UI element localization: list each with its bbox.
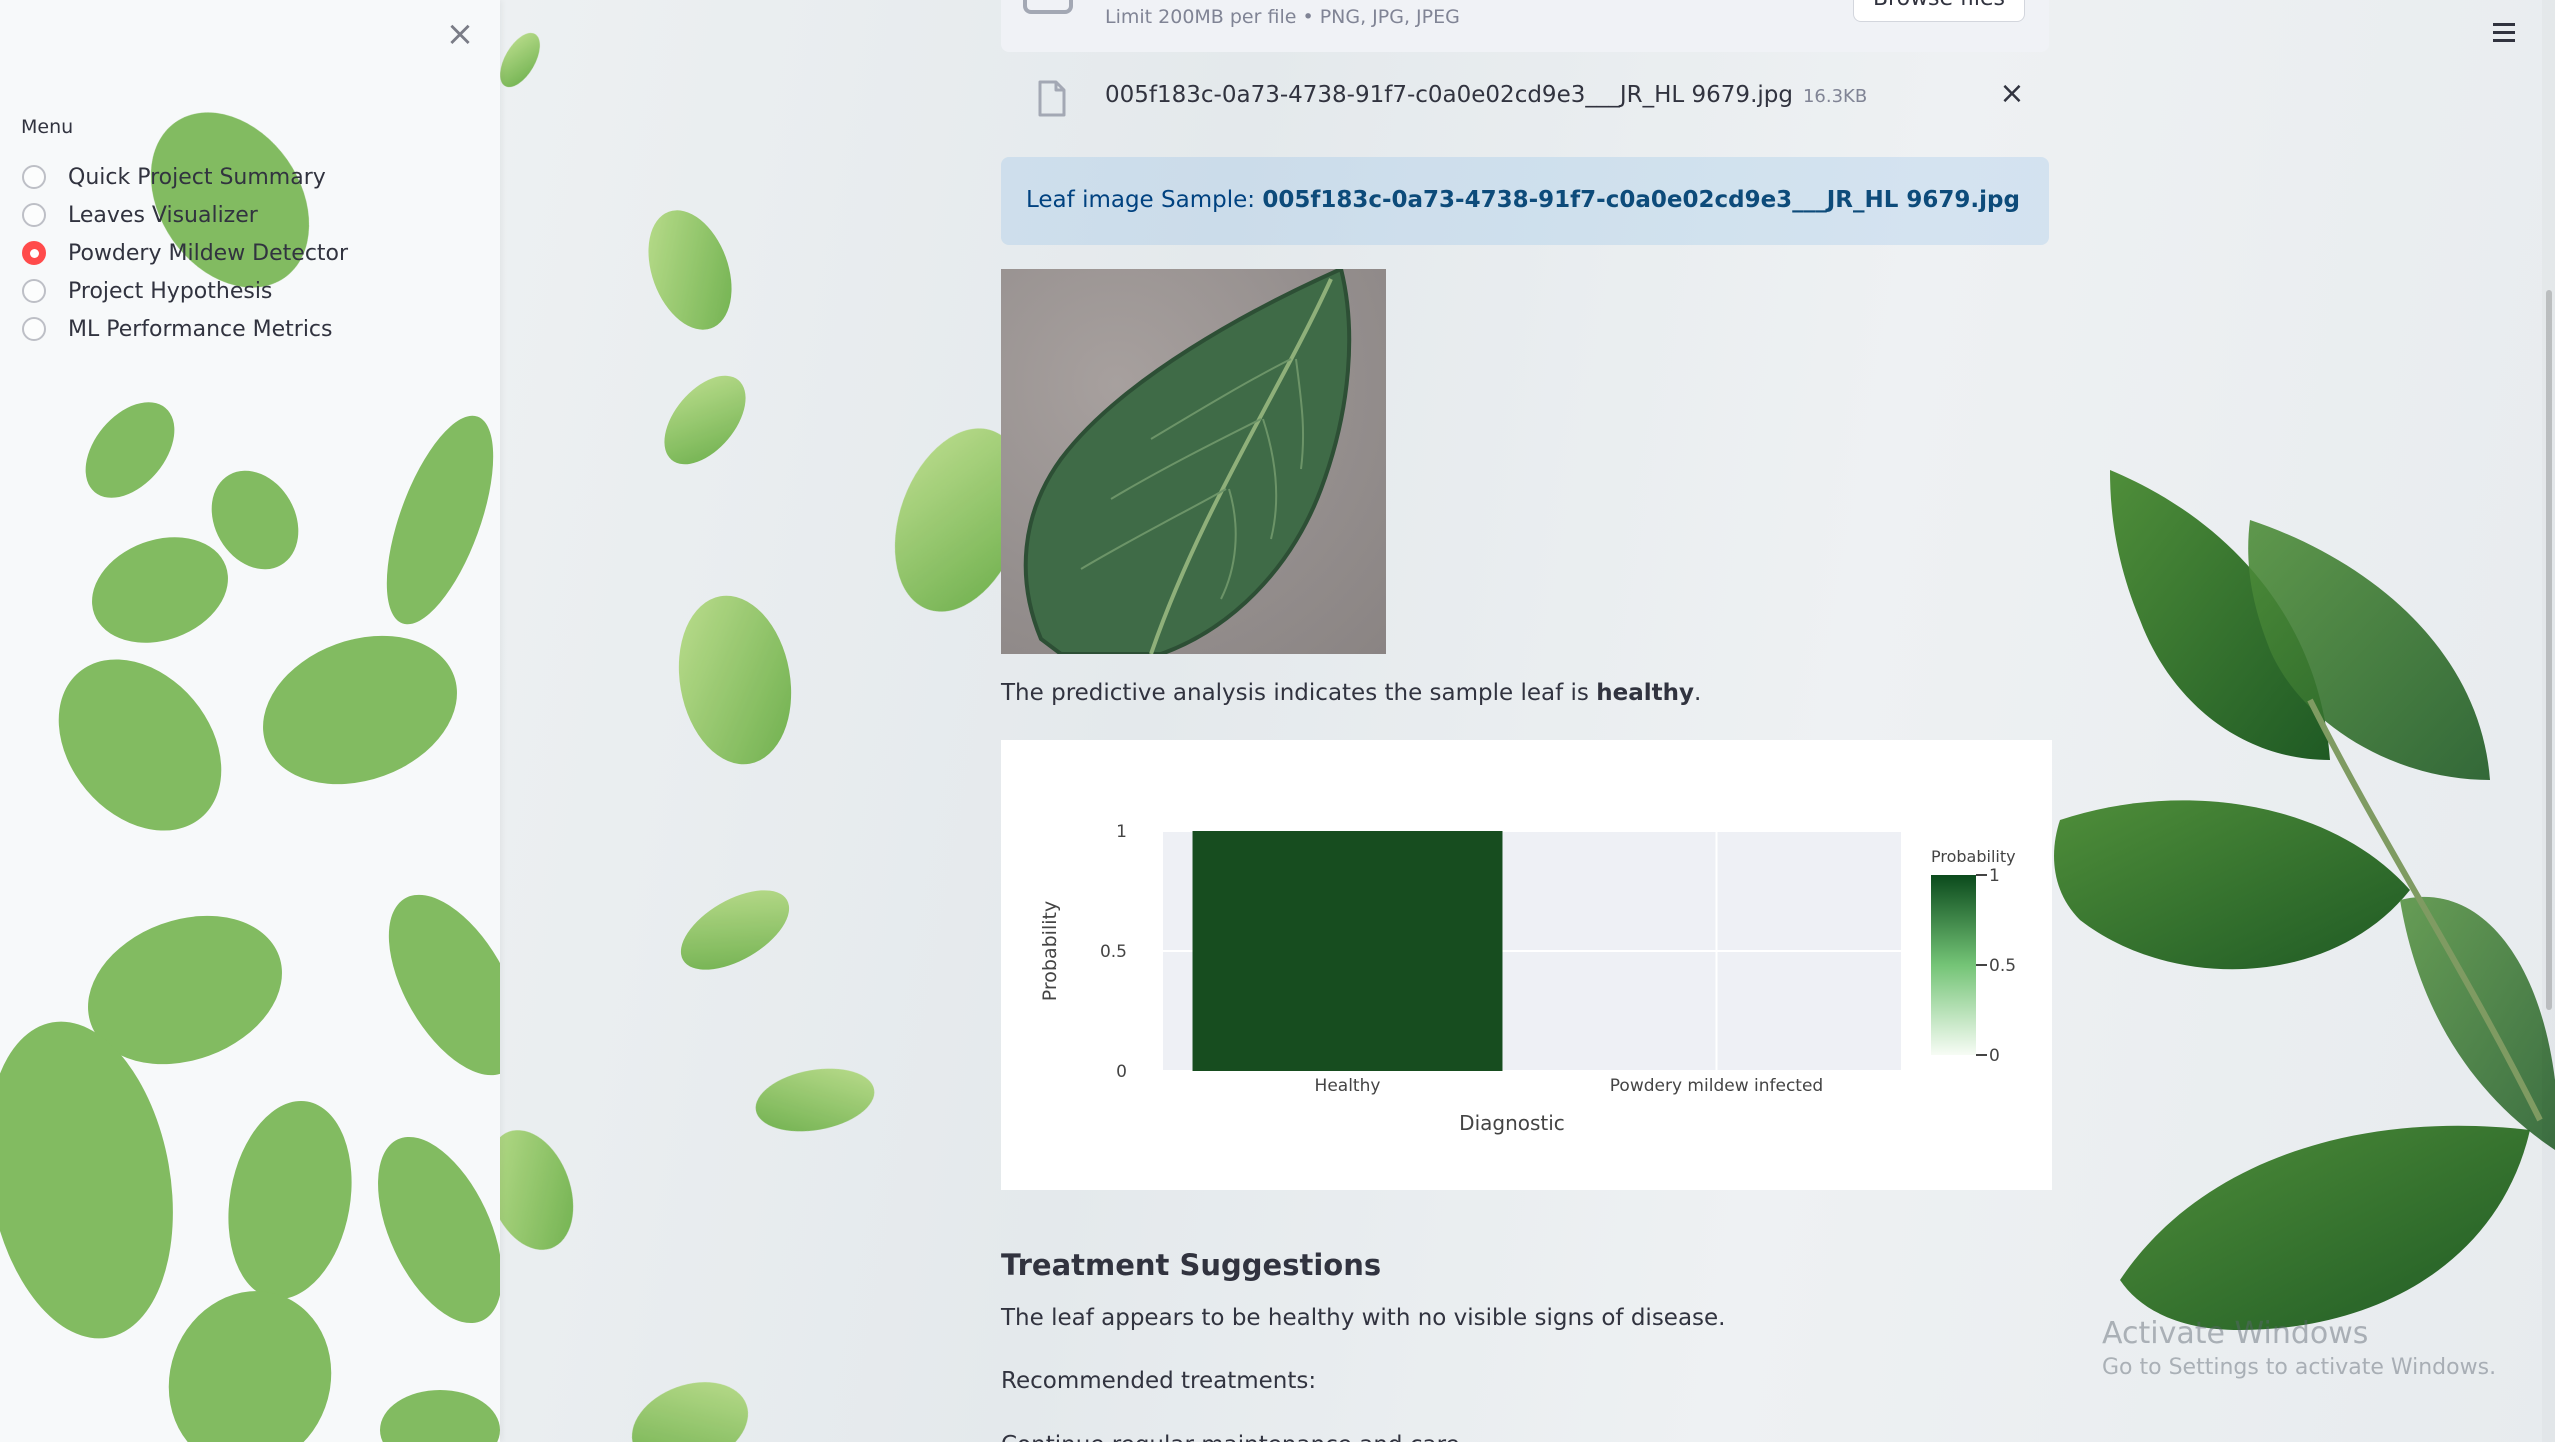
treatment-section-title: Treatment Suggestions bbox=[1001, 1248, 1382, 1282]
watermark-subtitle: Go to Settings to activate Windows. bbox=[2102, 1355, 2497, 1380]
y-axis-title: Probability bbox=[1039, 901, 1061, 1001]
y-tick-label: 0.5 bbox=[1100, 942, 1127, 962]
prediction-result: healthy bbox=[1596, 680, 1694, 706]
y-tick-label: 1 bbox=[1116, 822, 1127, 842]
uploaded-file-name: 005f183c-0a73-4738-91f7-c0a0e02cd9e3___J… bbox=[1105, 82, 1867, 108]
info-alert: Leaf image Sample: 005f183c-0a73-4738-91… bbox=[1001, 157, 2049, 245]
prediction-suffix: . bbox=[1693, 680, 1702, 706]
menu-item-label: Leaves Visualizer bbox=[68, 202, 258, 228]
colorbar-tick-label: 1 bbox=[1989, 866, 2000, 886]
bar-healthy[interactable] bbox=[1192, 831, 1503, 1071]
menu-item-project-hypothesis[interactable]: Project Hypothesis bbox=[22, 272, 348, 310]
menu-item-label: Powdery Mildew Detector bbox=[68, 240, 349, 266]
colorbar-title: Probability bbox=[1931, 847, 2016, 866]
menu-item-label: ML Performance Metrics bbox=[68, 316, 333, 342]
menu-item-quick-project-summary[interactable]: Quick Project Summary bbox=[22, 158, 348, 196]
x-tick-label: Healthy bbox=[1315, 1076, 1381, 1096]
sidebar: × Menu Quick Project Summary Leaves Visu… bbox=[0, 0, 500, 1442]
radio-button[interactable] bbox=[22, 165, 46, 189]
menu-label: Menu bbox=[21, 116, 74, 138]
radio-button[interactable] bbox=[22, 203, 46, 227]
menu-item-leaves-visualizer[interactable]: Leaves Visualizer bbox=[22, 196, 348, 234]
y-tick-label: 0 bbox=[1116, 1062, 1127, 1082]
browse-files-button[interactable]: Browse files bbox=[1853, 0, 2025, 22]
menu-item-label: Quick Project Summary bbox=[68, 164, 326, 190]
uploaded-file-row: 005f183c-0a73-4738-91f7-c0a0e02cd9e3___J… bbox=[1001, 70, 2049, 126]
radio-button[interactable] bbox=[22, 279, 46, 303]
close-sidebar-button[interactable]: × bbox=[440, 14, 480, 54]
recommended-treatments-label: Recommended treatments: bbox=[1001, 1368, 1317, 1394]
menu-item-label: Project Hypothesis bbox=[68, 278, 273, 304]
radio-button[interactable] bbox=[22, 317, 46, 341]
upload-limit-text: Limit 200MB per file • PNG, JPG, JPEG bbox=[1105, 6, 1460, 28]
info-alert-text: Leaf image Sample: 005f183c-0a73-4738-91… bbox=[1026, 187, 2020, 213]
file-size: 16.3KB bbox=[1802, 86, 1868, 107]
prediction-prefix: The predictive analysis indicates the sa… bbox=[1001, 680, 1597, 706]
hamburger-icon bbox=[2493, 30, 2515, 34]
activate-windows-watermark: Activate Windows Go to Settings to activ… bbox=[2102, 1316, 2496, 1380]
x-tick-label: Powdery mildew infected bbox=[1610, 1076, 1823, 1096]
watermark-title: Activate Windows bbox=[2102, 1316, 2369, 1351]
leaf-image bbox=[1023, 269, 1352, 654]
radio-button-selected[interactable] bbox=[22, 241, 46, 265]
file-icon bbox=[1038, 80, 1066, 117]
upload-icon bbox=[1023, 0, 1073, 14]
colorbar-tick-label: 0 bbox=[1989, 1046, 2000, 1066]
hamburger-icon bbox=[2493, 38, 2515, 42]
prediction-text: The predictive analysis indicates the sa… bbox=[1001, 680, 1701, 706]
remove-file-button[interactable]: × bbox=[1996, 78, 2028, 110]
menu-item-ml-performance-metrics[interactable]: ML Performance Metrics bbox=[22, 310, 348, 348]
file-dropzone[interactable]: Limit 200MB per file • PNG, JPG, JPEG Br… bbox=[1001, 0, 2049, 52]
main-menu-button[interactable] bbox=[2486, 14, 2522, 50]
probability-chart-svg: 0 0.5 1 Healthy Powdery mildew infected Diag… bbox=[1039, 822, 2016, 1135]
probability-chart: 0 0.5 1 Healthy Powdery mildew infected Diag… bbox=[1001, 740, 2052, 1190]
scrollbar-thumb[interactable] bbox=[2546, 290, 2552, 1010]
colorbar-tick-label: 0.5 bbox=[1989, 956, 2016, 976]
menu-radio-group: Quick Project Summary Leaves Visualizer … bbox=[22, 158, 348, 348]
info-prefix: Leaf image Sample: bbox=[1026, 187, 1263, 213]
close-icon: × bbox=[445, 14, 475, 54]
menu-item-powdery-mildew-detector[interactable]: Powdery Mildew Detector bbox=[22, 234, 348, 272]
hamburger-icon bbox=[2493, 22, 2515, 26]
x-axis-title: Diagnostic bbox=[1459, 1111, 1565, 1135]
close-icon: × bbox=[1999, 76, 2025, 111]
treatment-summary: The leaf appears to be healthy with no v… bbox=[1001, 1305, 1726, 1331]
info-file-name: 005f183c-0a73-4738-91f7-c0a0e02cd9e3___J… bbox=[1262, 187, 2020, 213]
leaf-sample-image bbox=[1001, 269, 1386, 654]
file-name-text: 005f183c-0a73-4738-91f7-c0a0e02cd9e3___J… bbox=[1105, 82, 1793, 108]
treatment-list-item: Continue regular maintenance and care. bbox=[1001, 1432, 1467, 1442]
colorbar bbox=[1931, 875, 1976, 1055]
